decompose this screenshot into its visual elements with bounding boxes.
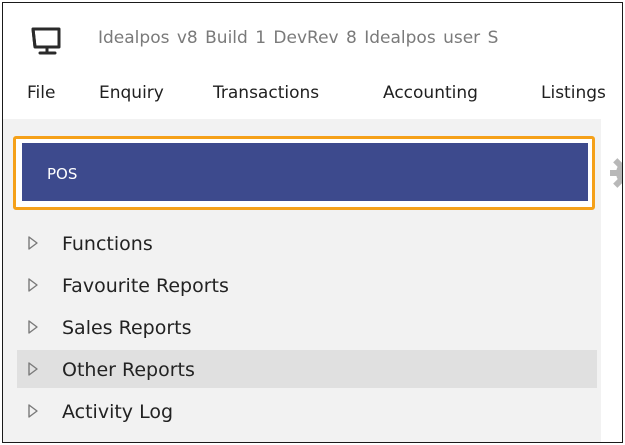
expand-arrow-icon: [28, 320, 38, 334]
nav-item-label: Functions: [62, 233, 153, 255]
menu-file[interactable]: File: [27, 83, 55, 103]
nav-item-pos-label: POS: [47, 165, 78, 183]
window-title: Idealpos v8 Build 1 DevRev 8 Idealpos us…: [98, 28, 499, 48]
title-bar: Idealpos v8 Build 1 DevRev 8 Idealpos us…: [3, 3, 622, 69]
nav-item-sales-reports[interactable]: Sales Reports: [17, 308, 597, 346]
app-window: Idealpos v8 Build 1 DevRev 8 Idealpos us…: [2, 2, 623, 443]
nav-item-functions[interactable]: Functions: [17, 224, 597, 262]
menu-bar: File Enquiry Transactions Accounting Lis…: [3, 69, 622, 119]
nav-item-other-reports[interactable]: Other Reports: [17, 350, 597, 388]
expand-arrow-icon: [28, 362, 38, 376]
gear-icon[interactable]: [608, 153, 623, 193]
nav-item-favourite-reports[interactable]: Favourite Reports: [17, 266, 597, 304]
menu-accounting[interactable]: Accounting: [383, 83, 478, 103]
menu-transactions[interactable]: Transactions: [213, 83, 319, 103]
menu-listings[interactable]: Listings: [541, 83, 606, 103]
menu-enquiry[interactable]: Enquiry: [99, 83, 164, 103]
expand-arrow-icon: [28, 236, 38, 250]
nav-item-label: Favourite Reports: [62, 275, 229, 297]
expand-arrow-icon: [28, 278, 38, 292]
monitor-icon: [31, 27, 61, 55]
nav-item-pos[interactable]: [22, 143, 588, 201]
nav-item-label: Other Reports: [62, 359, 195, 381]
nav-item-label: Activity Log: [62, 401, 174, 423]
expand-arrow-icon: [28, 404, 38, 418]
nav-item-activity-log[interactable]: Activity Log: [17, 392, 597, 430]
nav-item-label: Sales Reports: [62, 317, 192, 339]
